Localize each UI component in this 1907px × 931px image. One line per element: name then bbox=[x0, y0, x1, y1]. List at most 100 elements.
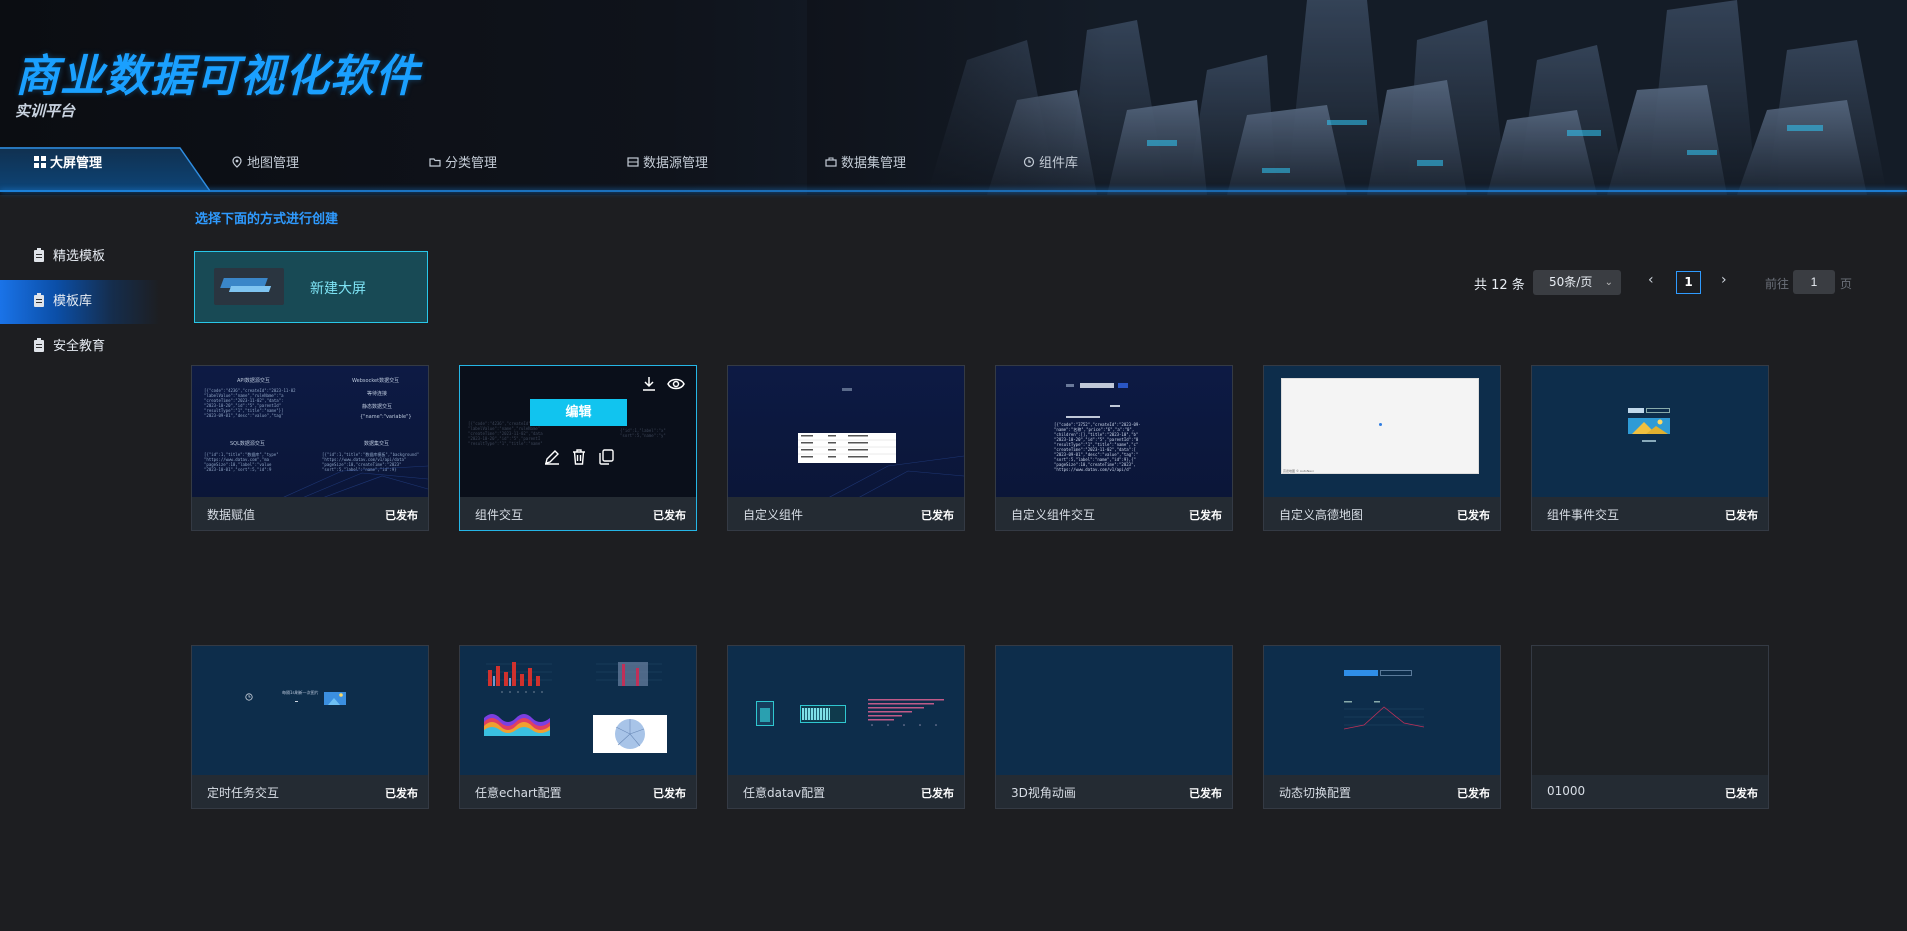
thumb-text: 高德地图 © AutoNavi bbox=[1283, 469, 1314, 473]
template-name: 数据赋值 bbox=[207, 508, 256, 522]
app-subtitle: 实训平台 bbox=[15, 102, 76, 120]
sidebar-item-template-library[interactable]: 模板库 bbox=[0, 280, 160, 324]
edit-pencil-icon[interactable] bbox=[543, 448, 561, 466]
goto-page-input[interactable] bbox=[1793, 270, 1835, 294]
template-card[interactable]: 3D视角动画 已发布 bbox=[995, 645, 1233, 809]
status-badge: 已发布 bbox=[1457, 787, 1490, 800]
nav-tab-label: 组件库 bbox=[1039, 156, 1079, 171]
nav-tab-datasets[interactable]: 数据集管理 bbox=[825, 147, 906, 181]
template-name: 自定义组件交互 bbox=[1011, 508, 1096, 522]
nav-tab-categories[interactable]: 分类管理 bbox=[429, 147, 497, 181]
location-pin-icon bbox=[232, 156, 242, 168]
template-name: 任意echart配置 bbox=[475, 786, 562, 800]
new-screen-thumbnail bbox=[214, 268, 284, 305]
template-name: 3D视角动画 bbox=[1011, 786, 1076, 800]
template-thumbnail: 每隔1s刷新一次图片 bbox=[192, 646, 428, 775]
grid-icon bbox=[34, 156, 46, 168]
template-card-footer: 定时任务交互 已发布 bbox=[192, 775, 428, 808]
template-name: 自定义组件 bbox=[743, 508, 804, 522]
thumb-text: 每隔1s刷新一次图片 bbox=[282, 690, 319, 695]
template-card[interactable]: 每隔1s刷新一次图片 定时任务交互 已发布 bbox=[191, 645, 429, 809]
database-icon bbox=[627, 157, 639, 167]
status-badge: 已发布 bbox=[921, 509, 954, 522]
template-card[interactable]: 任意datav配置 已发布 bbox=[727, 645, 965, 809]
template-thumbnail bbox=[1532, 646, 1768, 775]
sidebar-item-label: 模板库 bbox=[53, 294, 93, 309]
new-screen-label: 新建大屏 bbox=[310, 281, 366, 297]
pagination-total: 共 12 条 bbox=[1474, 278, 1525, 293]
thumb-text: 数据集交互 bbox=[364, 441, 390, 447]
nav-tab-maps[interactable]: 地图管理 bbox=[231, 147, 299, 181]
nav-tab-datasources[interactable]: 数据源管理 bbox=[627, 147, 708, 181]
clock-icon bbox=[245, 693, 253, 701]
next-page-button[interactable]: › bbox=[1721, 272, 1727, 288]
briefcase-icon bbox=[825, 157, 837, 167]
folder-icon bbox=[429, 158, 441, 167]
download-icon[interactable] bbox=[640, 375, 658, 393]
status-badge: 已发布 bbox=[1189, 509, 1222, 522]
template-name: 任意datav配置 bbox=[743, 786, 826, 800]
template-card-footer: 01000 已发布 bbox=[1532, 775, 1768, 808]
clipboard-icon bbox=[34, 293, 44, 307]
page-number-current[interactable]: 1 bbox=[1676, 271, 1701, 294]
template-card-footer: 自定义组件交互 已发布 bbox=[996, 497, 1232, 530]
nav-tab-label: 数据集管理 bbox=[841, 156, 907, 171]
status-badge: 已发布 bbox=[1725, 787, 1758, 800]
template-card[interactable]: 高德地图 © AutoNavi 自定义高德地图 已发布 bbox=[1263, 365, 1501, 531]
create-hint: 选择下面的方式进行创建 bbox=[195, 212, 339, 227]
chevron-down-icon: ⌄ bbox=[1604, 277, 1613, 288]
template-name: 组件交互 bbox=[475, 508, 524, 522]
template-card-footer: 任意datav配置 已发布 bbox=[728, 775, 964, 808]
template-thumbnail: 高德地图 © AutoNavi bbox=[1264, 366, 1500, 498]
edit-button[interactable]: 编辑 bbox=[530, 399, 627, 426]
template-card[interactable]: [{"code":"4236","createId":"2023 "labelV… bbox=[459, 365, 697, 531]
sidebar-item-featured[interactable]: 精选模板 bbox=[0, 235, 160, 279]
status-badge: 已发布 bbox=[1189, 787, 1222, 800]
template-card[interactable]: 动态切换配置 已发布 bbox=[1263, 645, 1501, 809]
template-thumbnail: [{"code":"4236","createId":"2023 "labelV… bbox=[460, 366, 696, 498]
template-card[interactable]: [{"code":"3752","createId":"2023-09- "na… bbox=[995, 365, 1233, 531]
template-card[interactable]: 组件事件交互 已发布 bbox=[1531, 365, 1769, 531]
sidebar-item-label: 安全教育 bbox=[53, 339, 106, 354]
status-badge: 已发布 bbox=[1725, 509, 1758, 522]
template-thumbnail bbox=[728, 646, 964, 775]
template-card[interactable]: API数据源交互 [{"code":"4236","createId":"202… bbox=[191, 365, 429, 531]
template-thumbnail: API数据源交互 [{"code":"4236","createId":"202… bbox=[192, 366, 428, 498]
new-screen-button[interactable]: 新建大屏 bbox=[194, 251, 428, 323]
status-badge: 已发布 bbox=[653, 787, 686, 800]
template-name: 动态切换配置 bbox=[1279, 786, 1352, 800]
nav-tab-label: 大屏管理 bbox=[50, 156, 103, 171]
thumb-text: 静态数据交互 bbox=[362, 404, 393, 410]
nav-tab-screens[interactable]: 大屏管理 bbox=[34, 147, 102, 181]
page-size-select[interactable]: 50条/页 ⌄ bbox=[1533, 270, 1621, 295]
template-card-footer: 组件交互 已发布 bbox=[460, 497, 696, 530]
page-size-value: 50条/页 bbox=[1549, 275, 1593, 289]
component-icon bbox=[1023, 156, 1035, 168]
nav-tab-components[interactable]: 组件库 bbox=[1023, 147, 1078, 181]
template-thumbnail bbox=[1532, 366, 1768, 498]
status-badge: 已发布 bbox=[385, 509, 418, 522]
template-card[interactable]: 任意echart配置 已发布 bbox=[459, 645, 697, 809]
sidebar-item-safety-education[interactable]: 安全教育 bbox=[0, 325, 160, 369]
template-card-footer: 自定义组件 已发布 bbox=[728, 497, 964, 530]
copy-icon[interactable] bbox=[597, 448, 615, 466]
prev-page-button[interactable]: ‹ bbox=[1648, 272, 1654, 288]
preview-eye-icon[interactable] bbox=[666, 375, 686, 393]
goto-suffix: 页 bbox=[1840, 277, 1853, 291]
template-card-footer: 3D视角动画 已发布 bbox=[996, 775, 1232, 808]
template-card-footer: 数据赋值 已发布 bbox=[192, 497, 428, 530]
status-badge: 已发布 bbox=[1457, 509, 1490, 522]
template-card-footer: 组件事件交互 已发布 bbox=[1532, 497, 1768, 530]
template-name: 定时任务交互 bbox=[207, 786, 280, 800]
nav-tab-label: 地图管理 bbox=[247, 156, 300, 171]
goto-prefix: 前往 bbox=[1765, 277, 1790, 291]
delete-trash-icon[interactable] bbox=[570, 448, 588, 466]
template-name: 自定义高德地图 bbox=[1279, 508, 1364, 522]
template-card[interactable]: 自定义组件 已发布 bbox=[727, 365, 965, 531]
template-thumbnail: [{"code":"3752","createId":"2023-09- "na… bbox=[996, 366, 1232, 498]
template-name: 组件事件交互 bbox=[1547, 508, 1620, 522]
template-card-footer: 动态切换配置 已发布 bbox=[1264, 775, 1500, 808]
template-card[interactable]: 01000 已发布 bbox=[1531, 645, 1769, 809]
status-badge: 已发布 bbox=[921, 787, 954, 800]
app-title: 商业数据可视化软件 bbox=[15, 51, 420, 102]
